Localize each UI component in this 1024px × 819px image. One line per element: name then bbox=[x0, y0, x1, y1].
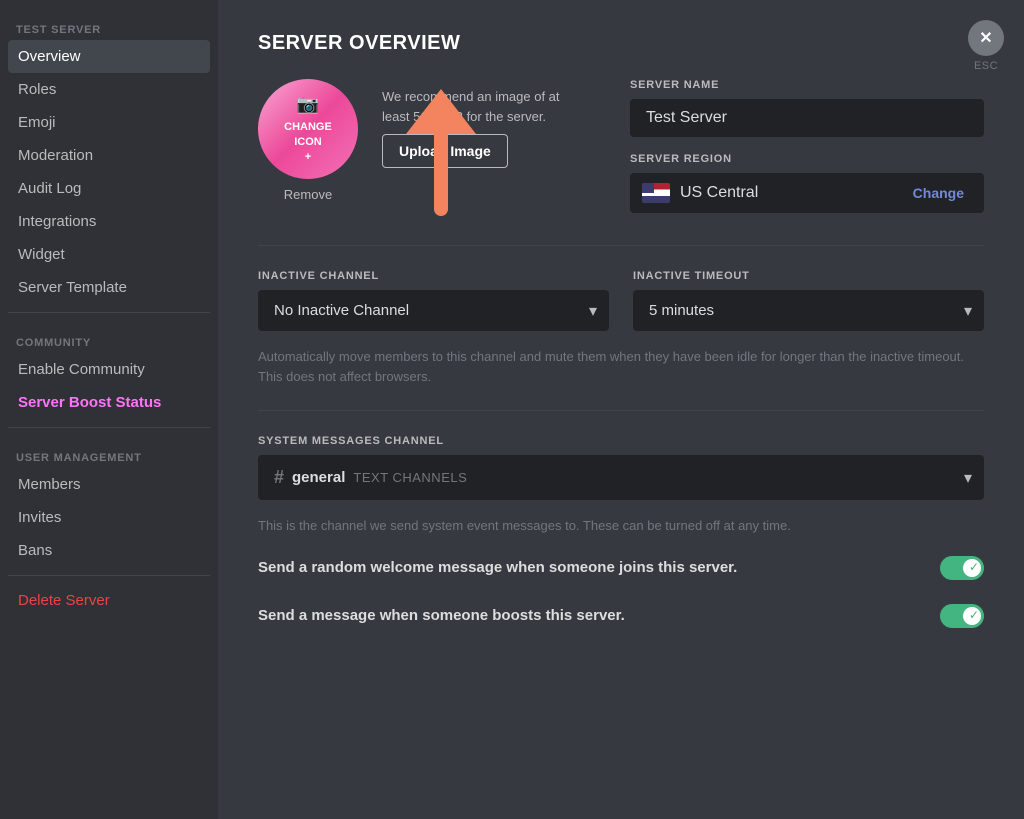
sidebar-item-bans[interactable]: Bans bbox=[8, 534, 210, 567]
toggle-check-icon-2: ✓ bbox=[969, 608, 979, 622]
section-divider-1 bbox=[258, 245, 984, 246]
boost-toggle[interactable]: ✓ bbox=[940, 604, 984, 628]
channel-name: general bbox=[292, 469, 345, 486]
region-name: US Central bbox=[680, 184, 895, 202]
system-messages-channel-select[interactable]: # general TEXT CHANNELS bbox=[258, 455, 984, 500]
system-messages-label: SYSTEM MESSAGES CHANNEL bbox=[258, 435, 984, 447]
sidebar-divider-2 bbox=[8, 427, 210, 428]
inactive-channel-select[interactable]: No Inactive Channel bbox=[258, 290, 609, 331]
system-messages-channel-wrapper: # general TEXT CHANNELS ▾ bbox=[258, 455, 984, 500]
server-name-label: SERVER NAME bbox=[630, 79, 984, 91]
esc-circle-icon: ✕ bbox=[968, 20, 1004, 56]
sidebar-item-invites[interactable]: Invites bbox=[8, 501, 210, 534]
inactive-timeout-select-wrapper: 5 minutes ▾ bbox=[633, 290, 984, 331]
server-name-input[interactable] bbox=[630, 99, 984, 137]
boost-toggle-label: Send a message when someone boosts this … bbox=[258, 607, 940, 624]
main-content: ✕ ESC SERVER OVERVIEW 📷 CHANGE ICON + Re… bbox=[218, 0, 1024, 819]
esc-button[interactable]: ✕ ESC bbox=[968, 20, 1004, 72]
boost-toggle-row: Send a message when someone boosts this … bbox=[258, 592, 984, 640]
hash-icon: # bbox=[274, 467, 284, 488]
camera-icon: 📷 bbox=[297, 92, 319, 117]
inactive-timeout-field: INACTIVE TIMEOUT 5 minutes ▾ bbox=[633, 270, 984, 331]
change-region-button[interactable]: Change bbox=[905, 181, 972, 205]
server-icon-section: 📷 CHANGE ICON + Remove bbox=[258, 79, 358, 202]
server-region-label: SERVER REGION bbox=[630, 153, 984, 165]
page-title: SERVER OVERVIEW bbox=[258, 32, 984, 55]
upload-section: We recommend an image of at least 512x51… bbox=[382, 79, 582, 168]
inactive-timeout-select[interactable]: 5 minutes bbox=[633, 290, 984, 331]
upload-description: We recommend an image of at least 512x51… bbox=[382, 87, 582, 126]
system-messages-help-text: This is the channel we send system event… bbox=[258, 516, 984, 536]
sidebar-item-integrations[interactable]: Integrations bbox=[8, 205, 210, 238]
sidebar-item-server-boost-status[interactable]: Server Boost Status bbox=[8, 386, 210, 419]
sidebar-item-enable-community[interactable]: Enable Community bbox=[8, 353, 210, 386]
sidebar-item-server-template[interactable]: Server Template bbox=[8, 271, 210, 304]
sidebar-divider-1 bbox=[8, 312, 210, 313]
sidebar-item-moderation[interactable]: Moderation bbox=[8, 139, 210, 172]
section-divider-2 bbox=[258, 410, 984, 411]
server-region-field: SERVER REGION US Central Change bbox=[630, 153, 984, 213]
channel-type-label: TEXT CHANNELS bbox=[353, 470, 467, 485]
esc-label: ESC bbox=[974, 60, 998, 72]
community-section-label: COMMUNITY bbox=[8, 321, 210, 353]
sidebar-divider-3 bbox=[8, 575, 210, 576]
region-selector[interactable]: US Central Change bbox=[630, 173, 984, 213]
inactive-channel-field: INACTIVE CHANNEL No Inactive Channel ▾ bbox=[258, 270, 609, 331]
inactive-channel-select-wrapper: No Inactive Channel ▾ bbox=[258, 290, 609, 331]
server-name-label: TEST SERVER bbox=[8, 16, 210, 40]
sidebar-item-emoji[interactable]: Emoji bbox=[8, 106, 210, 139]
sidebar-item-audit-log[interactable]: Audit Log bbox=[8, 172, 210, 205]
server-icon[interactable]: 📷 CHANGE ICON + bbox=[258, 79, 358, 179]
inactive-help-text: Automatically move members to this chann… bbox=[258, 347, 984, 386]
channel-select-chevron-icon: ▾ bbox=[964, 468, 972, 488]
sidebar-item-members[interactable]: Members bbox=[8, 468, 210, 501]
inactive-timeout-label: INACTIVE TIMEOUT bbox=[633, 270, 984, 282]
sidebar: TEST SERVER Overview Roles Emoji Moderat… bbox=[0, 0, 218, 819]
us-flag-icon bbox=[642, 183, 670, 203]
server-name-field: SERVER NAME bbox=[630, 79, 984, 137]
change-icon-text1: CHANGE bbox=[284, 120, 332, 135]
overview-top-section: 📷 CHANGE ICON + Remove We recommend an i… bbox=[258, 79, 984, 213]
sidebar-item-delete-server[interactable]: Delete Server bbox=[8, 584, 210, 617]
change-icon-text2: ICON bbox=[294, 135, 322, 150]
plus-icon: + bbox=[305, 150, 311, 165]
user-management-section-label: USER MANAGEMENT bbox=[8, 436, 210, 468]
welcome-toggle-label: Send a random welcome message when someo… bbox=[258, 559, 940, 576]
inactive-channel-label: INACTIVE CHANNEL bbox=[258, 270, 609, 282]
sidebar-item-overview[interactable]: Overview bbox=[8, 40, 210, 73]
server-name-region-section: SERVER NAME SERVER REGION US Central Cha… bbox=[630, 79, 984, 213]
sidebar-item-roles[interactable]: Roles bbox=[8, 73, 210, 106]
welcome-toggle[interactable]: ✓ bbox=[940, 556, 984, 580]
welcome-toggle-row: Send a random welcome message when someo… bbox=[258, 544, 984, 592]
server-icon-inner: 📷 CHANGE ICON + bbox=[284, 92, 332, 165]
upload-image-button[interactable]: Upload Image bbox=[382, 134, 508, 168]
system-messages-section: SYSTEM MESSAGES CHANNEL # general TEXT C… bbox=[258, 435, 984, 536]
toggle-check-icon: ✓ bbox=[969, 560, 979, 574]
remove-icon-button[interactable]: Remove bbox=[284, 187, 332, 202]
inactive-section: INACTIVE CHANNEL No Inactive Channel ▾ I… bbox=[258, 270, 984, 331]
sidebar-item-widget[interactable]: Widget bbox=[8, 238, 210, 271]
